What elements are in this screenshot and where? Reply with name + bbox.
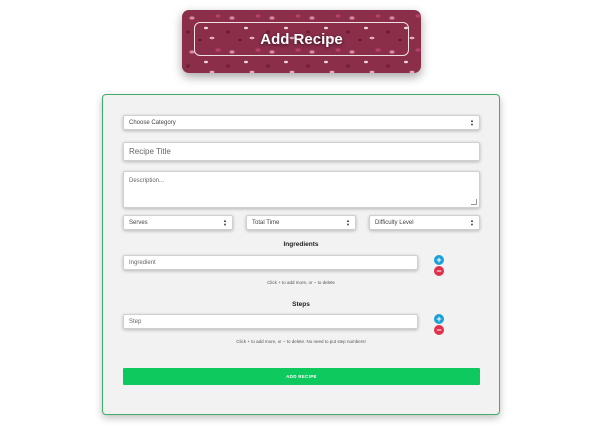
select-arrows-icon: ▲ ▼ <box>223 217 227 227</box>
difficulty-select-value: Difficulty Level <box>375 219 414 226</box>
resize-handle-icon[interactable] <box>471 199 477 205</box>
difficulty-select[interactable]: Difficulty Level ▲ ▼ <box>369 215 480 230</box>
recipe-title-input[interactable]: Recipe Title <box>123 142 480 161</box>
header-frame: Add Recipe <box>194 22 409 56</box>
page-title: Add Recipe <box>260 30 343 48</box>
description-placeholder: Description... <box>129 178 165 184</box>
select-arrows-icon: ▲ ▼ <box>470 117 474 127</box>
serves-select-value: Serves <box>129 219 148 226</box>
category-select-value: Choose Category <box>129 119 176 126</box>
header-banner: Add Recipe <box>182 10 421 73</box>
serves-select[interactable]: Serves ▲ ▼ <box>123 215 233 230</box>
steps-hint: Click + to add more, or − to delete. No … <box>236 339 366 344</box>
description-textarea[interactable]: Description... <box>123 171 480 208</box>
total-time-select-value: Total Time <box>252 219 280 226</box>
ingredient-placeholder: Ingredient <box>129 259 156 266</box>
remove-step-button[interactable]: − <box>434 325 444 335</box>
select-arrows-icon: ▲ ▼ <box>346 217 350 227</box>
add-step-button[interactable]: + <box>434 314 444 324</box>
add-recipe-form: Choose Category ▲ ▼ Recipe Title Descript… <box>102 94 500 415</box>
step-placeholder: Step <box>129 318 142 325</box>
ingredient-input[interactable]: Ingredient <box>123 255 418 270</box>
remove-ingredient-button[interactable]: − <box>434 266 444 276</box>
step-input[interactable]: Step <box>123 314 418 329</box>
ingredients-hint: Click + to add more, or − to delete <box>267 280 335 285</box>
total-time-select[interactable]: Total Time ▲ ▼ <box>246 215 356 230</box>
recipe-title-placeholder: Recipe Title <box>129 147 171 156</box>
category-select[interactable]: Choose Category ▲ ▼ <box>123 115 480 130</box>
select-arrows-icon: ▲ ▼ <box>470 217 474 227</box>
steps-heading: Steps <box>292 301 310 308</box>
add-ingredient-button[interactable]: + <box>434 255 444 265</box>
add-recipe-button[interactable]: ADD RECIPE <box>123 368 480 385</box>
ingredients-heading: Ingredients <box>283 241 319 248</box>
